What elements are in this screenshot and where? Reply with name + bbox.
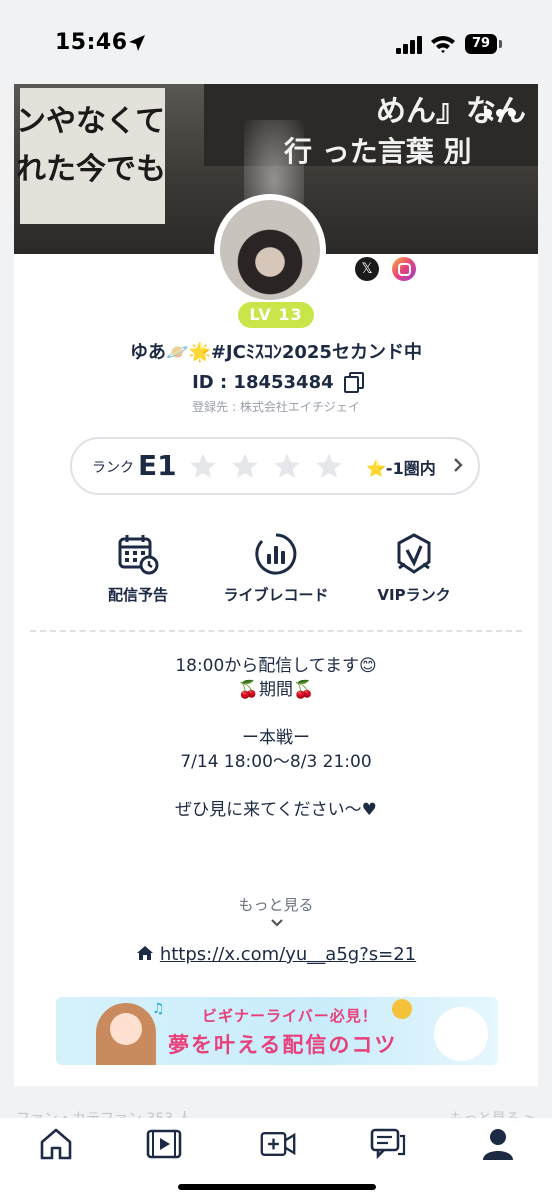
music-note-icon: ♫ [152, 1001, 165, 1017]
chevron-down-icon[interactable] [270, 918, 284, 928]
star-empty-icon [316, 453, 342, 478]
bio-line [14, 702, 538, 726]
go-live-tab-icon[interactable] [260, 1126, 296, 1162]
promo-headline: 夢を叶える配信のコツ [168, 1033, 398, 1057]
home-icon [136, 946, 153, 960]
bio-line: 18:00から配信してます😊 [175, 656, 377, 676]
beginner-liver-tips-banner[interactable]: ♫ ビギナーライバー必見！ 夢を叶える配信のコツ [56, 997, 498, 1065]
bar-chart-circle-icon [255, 533, 297, 575]
registered-agency: 登録先 : 株式会社エイチジェイ [192, 400, 360, 414]
bio-line: 7/14 18:00〜8/3 21:00 [180, 752, 372, 772]
location-arrow-icon [129, 35, 145, 51]
mascot-bear-icon [434, 1007, 488, 1061]
star-empty-icon [190, 453, 216, 478]
star-empty-icon [274, 453, 300, 478]
see-more-button[interactable]: もっと見る [14, 894, 538, 915]
coin-icon [392, 999, 412, 1019]
wifi-icon [431, 36, 455, 53]
profile-name: ゆあ🪐🌟#JCﾐｽｺﾝ2025セカンド中 [130, 342, 422, 363]
banner-text: れた今でも [16, 152, 166, 187]
status-bar: 15:46 79 [0, 0, 552, 84]
promo-title: ビギナーライバー必見！ [202, 1007, 378, 1025]
section-divider [30, 630, 522, 632]
home-tab-icon[interactable] [38, 1126, 74, 1162]
rank-goal: ⭐-1圏内 [366, 459, 436, 478]
external-link[interactable]: https://x.com/yu__a5g?s=21 [160, 944, 416, 965]
x-logo-icon[interactable]: 𝕏 [355, 257, 379, 281]
star-empty-icon [232, 453, 258, 478]
copy-icon[interactable] [343, 372, 364, 393]
chevron-right-icon [454, 458, 463, 472]
more-options-icon[interactable] [484, 102, 524, 118]
schedule-button[interactable]: 配信予告 [68, 532, 208, 605]
rank-value: E1 [138, 449, 177, 482]
profile-tab-icon[interactable] [480, 1126, 516, 1162]
promo-illustration [96, 1003, 156, 1065]
live-record-label: ライブレコード [223, 586, 329, 604]
instagram-icon[interactable] [392, 257, 416, 281]
cellular-signal-icon [396, 36, 422, 54]
vip-badge-icon [397, 533, 431, 574]
rank-label: ランク [92, 460, 134, 476]
profile-bio: 18:00から配信してます😊 🍒期間🍒 ー本戦ー 7/14 18:00〜8/3 … [14, 654, 538, 822]
bio-line: 🍒期間🍒 [237, 680, 315, 700]
vip-rank-label: VIPランク [377, 586, 451, 604]
banner-text: 行 った言葉 別 [284, 135, 472, 168]
rank-bar[interactable]: ランク E1 ⭐-1圏内 [70, 437, 480, 495]
battery-level: 79 [465, 34, 497, 54]
live-record-button[interactable]: ライブレコード [206, 532, 346, 605]
banner-text: ンやなくて [16, 104, 166, 139]
status-time: 15:46 [55, 30, 128, 55]
home-indicator [178, 1184, 376, 1190]
profile-link: https://x.com/yu__a5g?s=21 [14, 944, 538, 965]
calendar-clock-icon [118, 535, 159, 575]
bio-line [14, 774, 538, 798]
bio-line: ぜひ見に来てください〜♥ [175, 800, 377, 820]
video-tab-icon[interactable] [146, 1126, 182, 1162]
schedule-label: 配信予告 [107, 586, 168, 604]
profile-id: ID : 18453484 [14, 372, 538, 393]
profile-id-text: ID : 18453484 [192, 372, 334, 393]
vip-rank-button[interactable]: VIPランク [344, 532, 484, 605]
profile-card: ンやなくて れた今でも めん』なん 行 った言葉 別 LV 13 𝕏 ゆあ🪐🌟#… [14, 84, 538, 1086]
bio-line: ー本戦ー [242, 728, 310, 748]
messages-tab-icon[interactable] [370, 1126, 406, 1162]
avatar[interactable] [214, 194, 326, 306]
battery-icon: 79 [465, 34, 503, 54]
level-badge: LV 13 [238, 302, 314, 328]
